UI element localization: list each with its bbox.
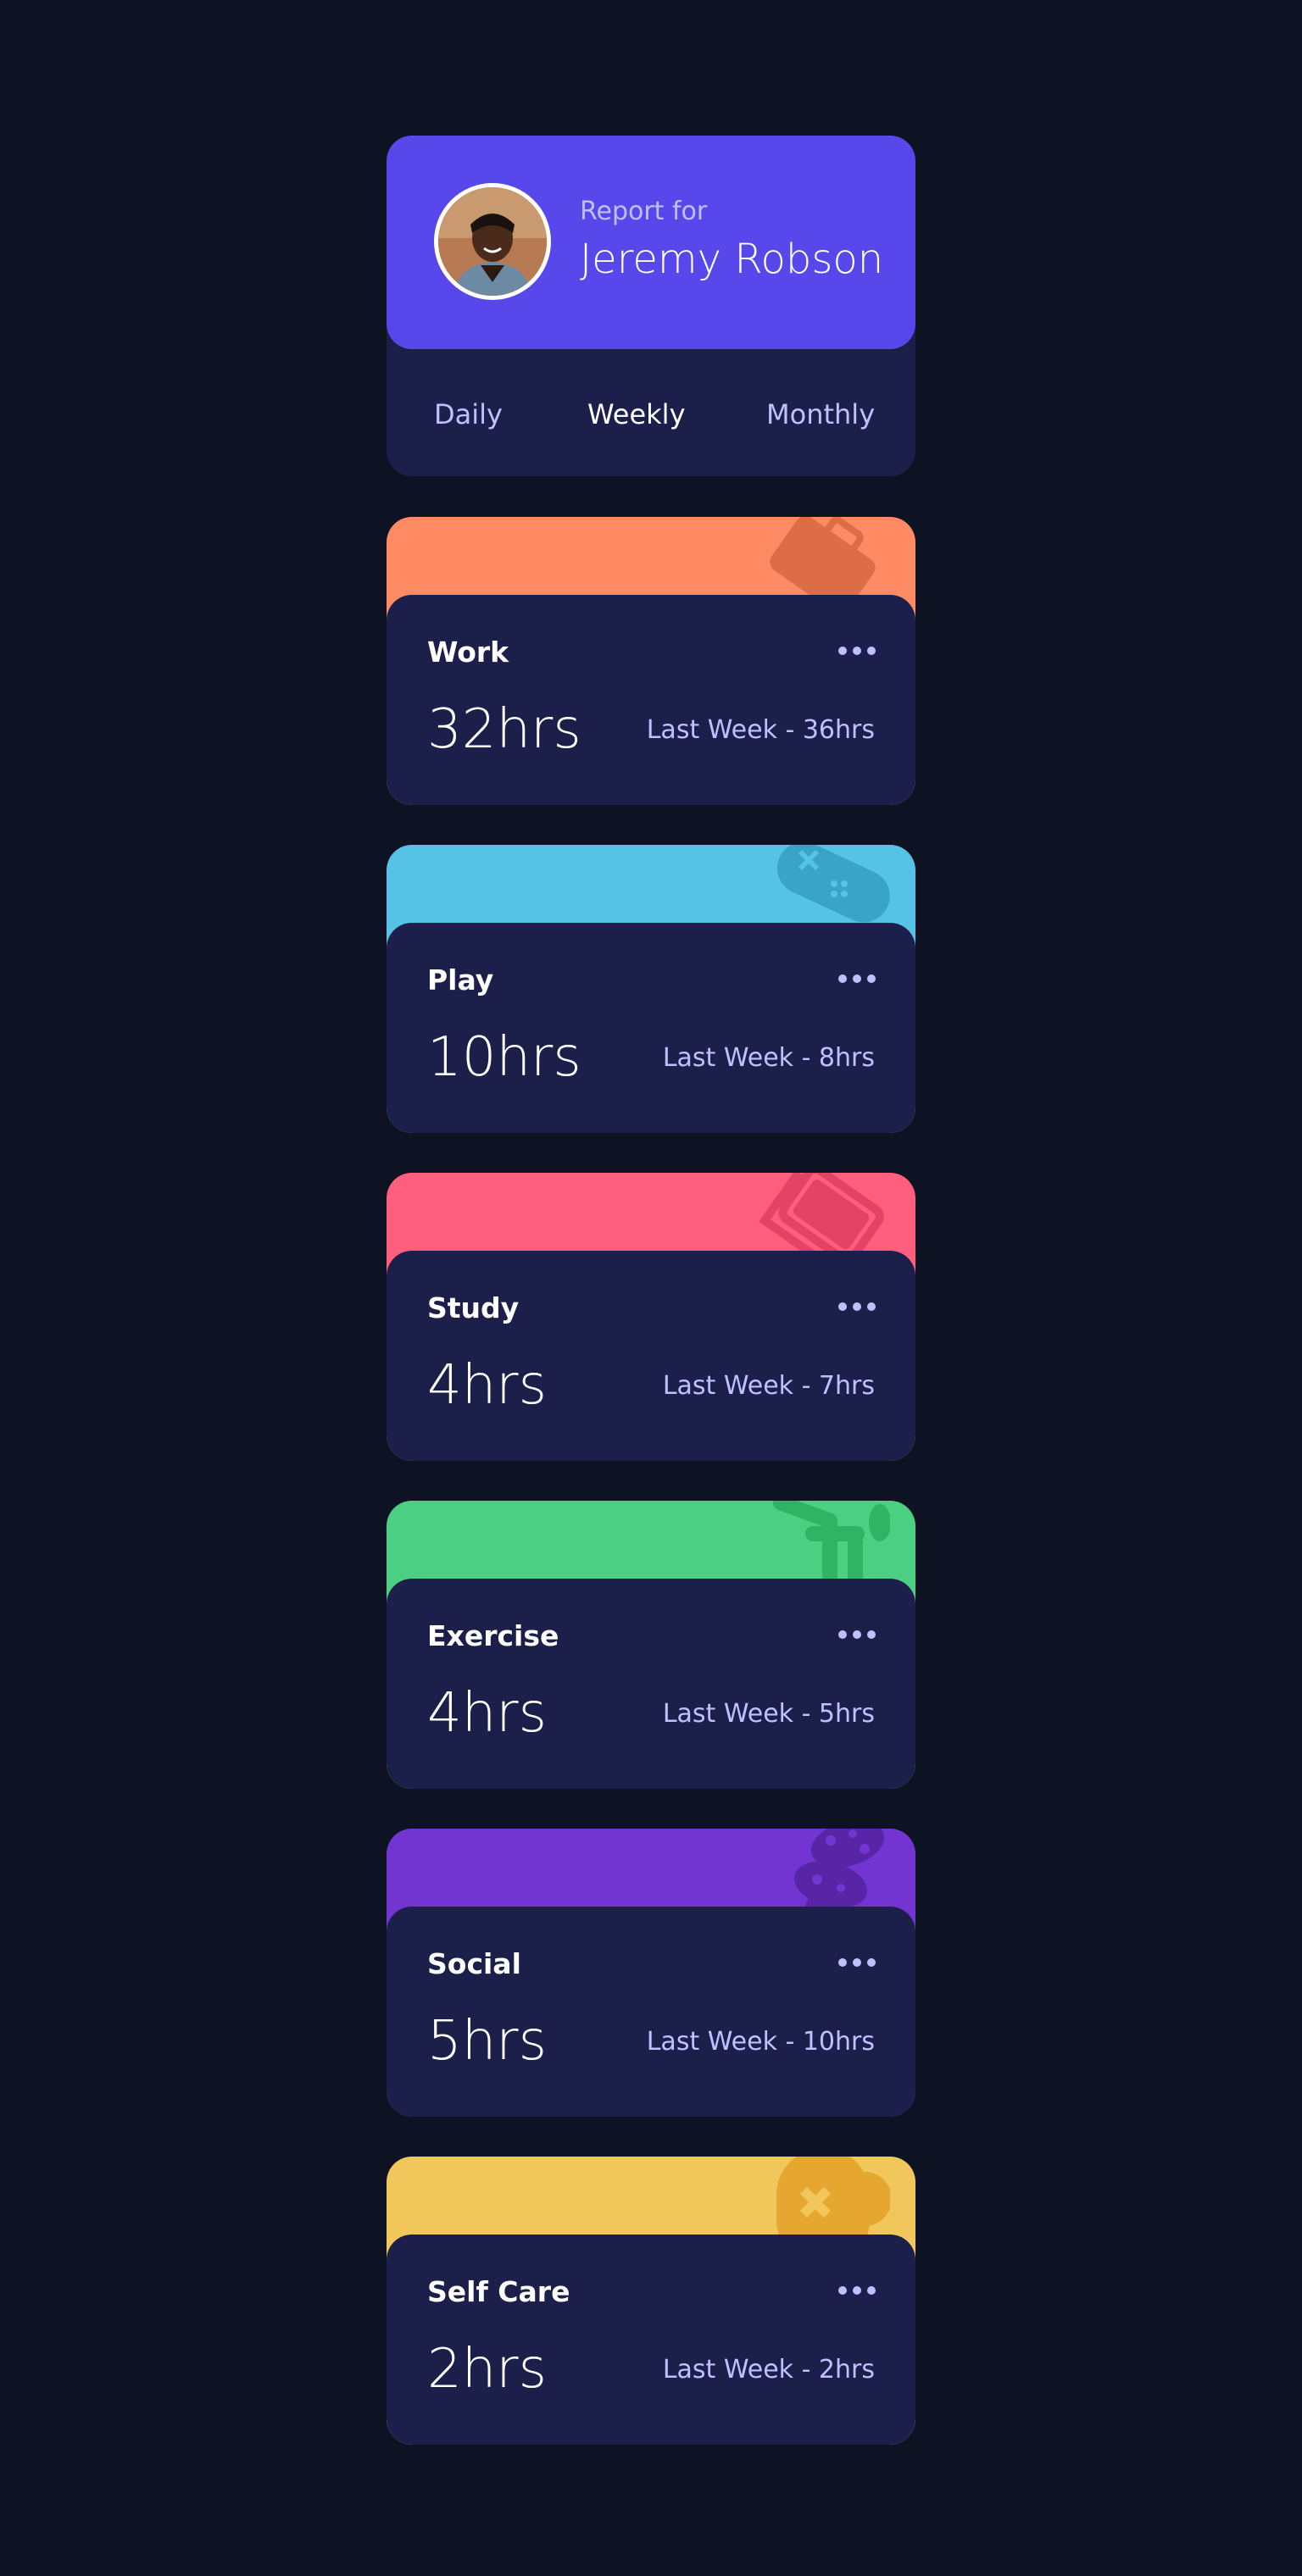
card-exercise: Exercise 4hrs Last Week - 5hrs bbox=[387, 1501, 915, 1789]
card-play: Play 10hrs Last Week - 8hrs bbox=[387, 845, 915, 1133]
ellipsis-icon[interactable] bbox=[837, 1629, 876, 1640]
card-title: Study bbox=[427, 1291, 520, 1324]
current-hours: 4hrs bbox=[427, 1354, 547, 1417]
tab-weekly[interactable]: Weekly bbox=[587, 398, 686, 430]
card-body[interactable]: Play 10hrs Last Week - 8hrs bbox=[387, 923, 915, 1133]
user-avatar-icon bbox=[438, 187, 547, 296]
current-hours: 32hrs bbox=[427, 698, 581, 761]
card-title: Self Care bbox=[427, 2275, 570, 2308]
tab-daily[interactable]: Daily bbox=[434, 398, 503, 430]
card-self-care: Self Care 2hrs Last Week - 2hrs bbox=[387, 2157, 915, 2445]
profile-header: Report for Jeremy Robson bbox=[387, 136, 915, 349]
last-week-hours: Last Week - 8hrs bbox=[662, 1043, 875, 1073]
card-title: Work bbox=[427, 636, 509, 669]
last-week-hours: Last Week - 36hrs bbox=[646, 715, 875, 745]
user-name: Jeremy Robson bbox=[580, 236, 884, 283]
last-week-hours: Last Week - 5hrs bbox=[662, 1699, 875, 1729]
last-week-hours: Last Week - 7hrs bbox=[662, 1371, 875, 1401]
current-hours: 2hrs bbox=[427, 2338, 547, 2401]
current-hours: 5hrs bbox=[427, 2010, 547, 2073]
ellipsis-icon[interactable] bbox=[837, 646, 876, 656]
dashboard: Report for Jeremy Robson Daily Weekly Mo… bbox=[387, 136, 915, 2484]
tab-monthly[interactable]: Monthly bbox=[766, 398, 875, 430]
ellipsis-icon[interactable] bbox=[837, 2285, 876, 2296]
ellipsis-icon[interactable] bbox=[837, 1302, 876, 1312]
profile-card: Report for Jeremy Robson Daily Weekly Mo… bbox=[387, 136, 915, 476]
card-social: Social 5hrs Last Week - 10hrs bbox=[387, 1829, 915, 2117]
current-hours: 4hrs bbox=[427, 1682, 547, 1745]
card-body[interactable]: Social 5hrs Last Week - 10hrs bbox=[387, 1907, 915, 2117]
card-title: Play bbox=[427, 963, 494, 997]
ellipsis-icon[interactable] bbox=[837, 974, 876, 984]
card-body[interactable]: Study 4hrs Last Week - 7hrs bbox=[387, 1251, 915, 1461]
report-for-label: Report for bbox=[580, 197, 708, 226]
current-hours: 10hrs bbox=[427, 1026, 581, 1089]
card-title: Exercise bbox=[427, 1619, 559, 1652]
card-body[interactable]: Exercise 4hrs Last Week - 5hrs bbox=[387, 1579, 915, 1789]
last-week-hours: Last Week - 10hrs bbox=[646, 2027, 875, 2057]
card-body[interactable]: Self Care 2hrs Last Week - 2hrs bbox=[387, 2235, 915, 2445]
last-week-hours: Last Week - 2hrs bbox=[662, 2355, 875, 2384]
card-work: Work 32hrs Last Week - 36hrs bbox=[387, 517, 915, 805]
avatar bbox=[434, 183, 551, 300]
card-study: Study 4hrs Last Week - 7hrs bbox=[387, 1173, 915, 1461]
ellipsis-icon[interactable] bbox=[837, 1957, 876, 1968]
card-title: Social bbox=[427, 1947, 521, 1980]
card-body[interactable]: Work 32hrs Last Week - 36hrs bbox=[387, 595, 915, 805]
